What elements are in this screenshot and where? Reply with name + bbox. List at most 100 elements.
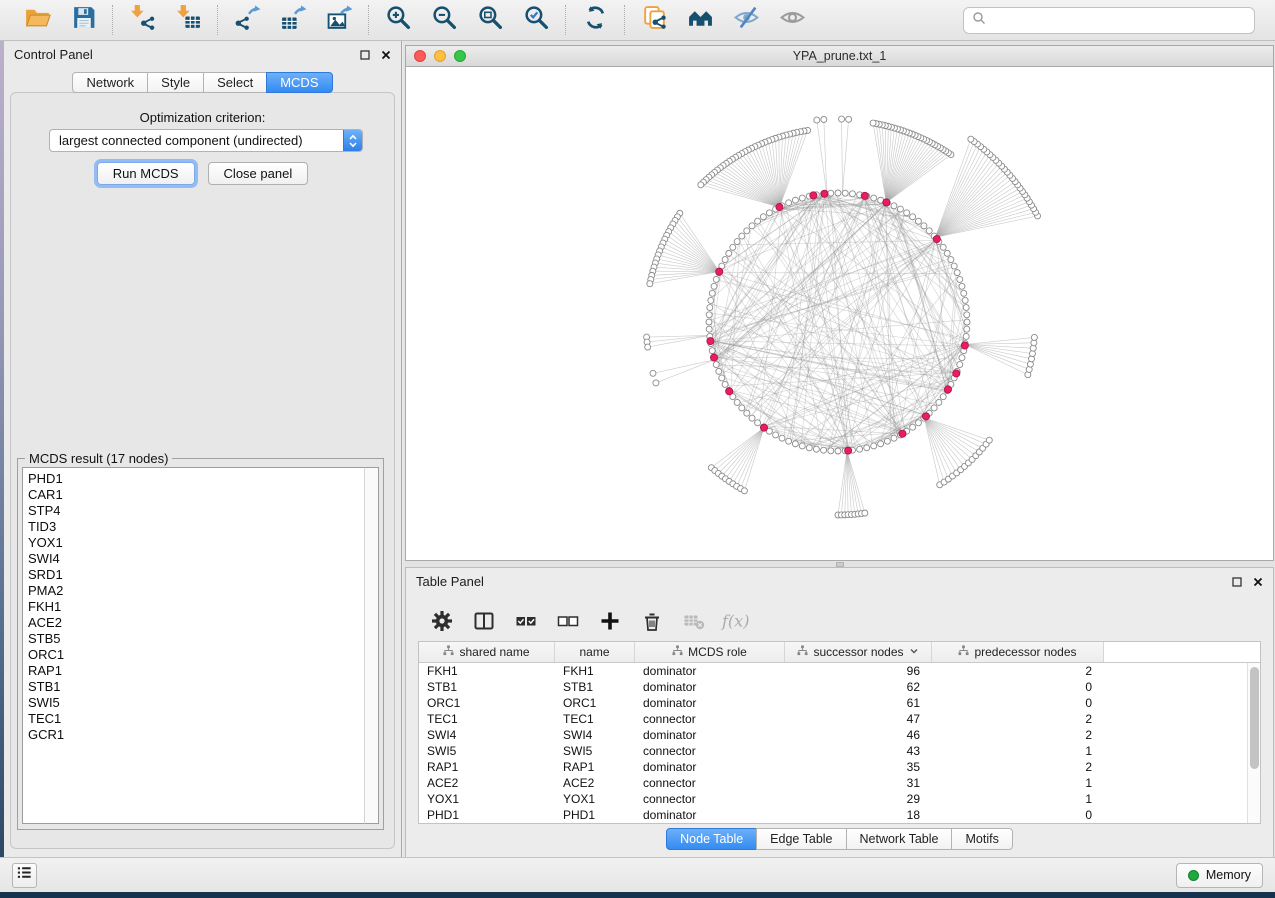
table-row[interactable]: STB1STB1dominator620 bbox=[419, 679, 1260, 695]
table-row[interactable]: RAP1RAP1dominator352 bbox=[419, 759, 1260, 775]
zoom-in-button[interactable] bbox=[383, 5, 413, 35]
select-all-checkboxes-button[interactable] bbox=[514, 612, 538, 636]
mcds-result-item[interactable]: SWI4 bbox=[28, 551, 364, 567]
hide-selected-button[interactable] bbox=[731, 5, 761, 35]
table-row[interactable]: FKH1FKH1dominator962 bbox=[419, 663, 1260, 679]
zoom-fit-button[interactable] bbox=[475, 5, 505, 35]
search-input[interactable] bbox=[992, 13, 1246, 28]
control-panel-tabs: NetworkStyleSelectMCDS bbox=[4, 72, 401, 93]
search-icon bbox=[972, 11, 986, 30]
tab-mcds[interactable]: MCDS bbox=[266, 72, 332, 93]
export-table-button[interactable] bbox=[278, 5, 308, 35]
run-mcds-button[interactable]: Run MCDS bbox=[97, 162, 195, 185]
close-panel-icon[interactable] bbox=[381, 50, 391, 60]
network-window-titlebar[interactable]: YPA_prune.txt_1 bbox=[406, 46, 1273, 67]
dropdown-selected-value: largest connected component (undirected) bbox=[50, 133, 343, 148]
close-panel-button[interactable]: Close panel bbox=[208, 162, 309, 185]
mcds-result-item[interactable]: RAP1 bbox=[28, 663, 364, 679]
tab-network[interactable]: Network bbox=[72, 72, 148, 93]
tab-edge-table[interactable]: Edge Table bbox=[756, 828, 846, 850]
function-builder-button[interactable]: f(x) bbox=[724, 612, 748, 636]
mcds-result-scrollbar[interactable] bbox=[364, 467, 379, 824]
add-column-icon bbox=[599, 610, 621, 637]
sort-desc-icon bbox=[909, 645, 919, 659]
memory-button[interactable]: Memory bbox=[1176, 863, 1263, 888]
mcds-result-item[interactable]: STP4 bbox=[28, 503, 364, 519]
table-cell: SWI5 bbox=[555, 744, 635, 758]
column-header-predecessor-nodes[interactable]: predecessor nodes bbox=[932, 642, 1104, 662]
tab-node-table[interactable]: Node Table bbox=[666, 828, 757, 850]
table-cell: 31 bbox=[785, 776, 932, 790]
table-cell: 0 bbox=[932, 680, 1104, 694]
tab-select[interactable]: Select bbox=[203, 72, 267, 93]
column-header-shared-name[interactable]: shared name bbox=[419, 642, 555, 662]
table-cell: TEC1 bbox=[555, 712, 635, 726]
export-network-button[interactable] bbox=[232, 5, 262, 35]
column-header-MCDS-role[interactable]: MCDS role bbox=[635, 642, 785, 662]
tab-style[interactable]: Style bbox=[147, 72, 204, 93]
mcds-result-item[interactable]: ORC1 bbox=[28, 647, 364, 663]
gear-button[interactable] bbox=[430, 612, 454, 636]
mcds-result-list[interactable]: PHD1CAR1STP4TID3YOX1SWI4SRD1PMA2FKH1ACE2… bbox=[22, 467, 364, 824]
table-row[interactable]: PHD1PHD1dominator180 bbox=[419, 807, 1260, 823]
mcds-result-item[interactable]: ACE2 bbox=[28, 615, 364, 631]
float-panel-icon[interactable] bbox=[360, 50, 370, 60]
right-column: YPA_prune.txt_1 Table Panel f(x) sha bbox=[403, 41, 1275, 857]
mcds-result-item[interactable]: FKH1 bbox=[28, 599, 364, 615]
import-table-button[interactable] bbox=[173, 5, 203, 35]
mcds-result-item[interactable]: TEC1 bbox=[28, 711, 364, 727]
import-network-button[interactable] bbox=[127, 5, 157, 35]
save-button[interactable] bbox=[68, 5, 98, 35]
zoom-in-icon bbox=[385, 4, 412, 36]
first-neighbors-button[interactable] bbox=[685, 5, 715, 35]
table-row[interactable]: TEC1TEC1connector472 bbox=[419, 711, 1260, 727]
mcds-result-item[interactable]: CAR1 bbox=[28, 487, 364, 503]
clear-checkboxes-button[interactable] bbox=[556, 612, 580, 636]
mcds-result-item[interactable]: SRD1 bbox=[28, 567, 364, 583]
column-header-name[interactable]: name bbox=[555, 642, 635, 662]
add-column-button[interactable] bbox=[598, 612, 622, 636]
zoom-out-button[interactable] bbox=[429, 5, 459, 35]
table-cell: 35 bbox=[785, 760, 932, 774]
table-cell: ORC1 bbox=[555, 696, 635, 710]
float-panel-icon[interactable] bbox=[1232, 577, 1242, 587]
clone-network-button[interactable] bbox=[639, 5, 669, 35]
table-cell: dominator bbox=[635, 728, 785, 742]
show-all-button[interactable] bbox=[777, 5, 807, 35]
export-image-button[interactable] bbox=[324, 5, 354, 35]
optimization-criterion-dropdown[interactable]: largest connected component (undirected) bbox=[49, 129, 363, 152]
search-field[interactable] bbox=[963, 7, 1255, 34]
table-row[interactable]: ACE2ACE2connector311 bbox=[419, 775, 1260, 791]
mcds-result-item[interactable]: SWI5 bbox=[28, 695, 364, 711]
table-cell: 29 bbox=[785, 792, 932, 806]
network-canvas[interactable] bbox=[406, 67, 1273, 556]
split-columns-button[interactable] bbox=[472, 612, 496, 636]
close-panel-icon[interactable] bbox=[1253, 577, 1263, 587]
table-row[interactable]: YOX1YOX1connector291 bbox=[419, 791, 1260, 807]
refresh-button[interactable] bbox=[580, 5, 610, 35]
zoom-out-icon bbox=[431, 4, 458, 36]
mcds-result-item[interactable]: GCR1 bbox=[28, 727, 364, 743]
mcds-result-item[interactable]: STB1 bbox=[28, 679, 364, 695]
zoom-selected-button[interactable] bbox=[521, 5, 551, 35]
mcds-result-item[interactable]: PHD1 bbox=[28, 471, 364, 487]
table-row[interactable]: ORC1ORC1dominator610 bbox=[419, 695, 1260, 711]
tab-network-table[interactable]: Network Table bbox=[846, 828, 953, 850]
delete-column-button[interactable] bbox=[640, 612, 664, 636]
toolbar-button-groups bbox=[8, 0, 821, 40]
tab-motifs[interactable]: Motifs bbox=[951, 828, 1012, 850]
mcds-result-item[interactable]: STB5 bbox=[28, 631, 364, 647]
mcds-result-item[interactable]: PMA2 bbox=[28, 583, 364, 599]
table-row[interactable]: SWI5SWI5connector431 bbox=[419, 743, 1260, 759]
open-folder-button[interactable] bbox=[22, 5, 52, 35]
column-header-successor-nodes[interactable]: successor nodes bbox=[785, 642, 932, 662]
show-panels-button[interactable] bbox=[12, 863, 37, 888]
table-scrollbar-thumb[interactable] bbox=[1250, 667, 1259, 769]
table-scrollbar[interactable] bbox=[1247, 663, 1260, 823]
delete-table-button[interactable] bbox=[682, 612, 706, 636]
table-cell: 61 bbox=[785, 696, 932, 710]
mcds-result-item[interactable]: YOX1 bbox=[28, 535, 364, 551]
mcds-result-item[interactable]: TID3 bbox=[28, 519, 364, 535]
table-row[interactable]: SWI4SWI4dominator462 bbox=[419, 727, 1260, 743]
dropdown-stepper-icon[interactable] bbox=[343, 130, 362, 151]
